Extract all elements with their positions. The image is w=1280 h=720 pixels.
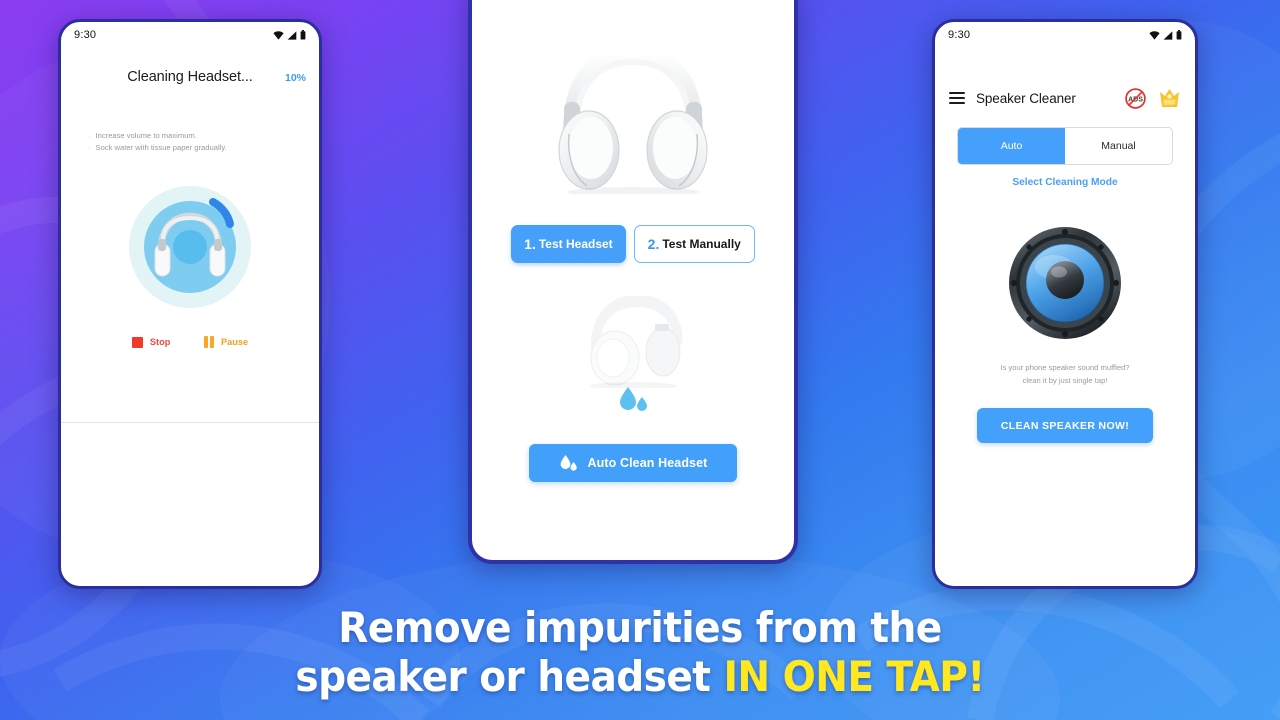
phone-left: 9:30 Cleaning Headset... 10% · Increase …: [58, 19, 322, 589]
signal-icon: [287, 30, 297, 40]
status-time: 9:30: [948, 29, 971, 41]
status-time: 9:30: [74, 29, 97, 41]
tagline-plain: speaker or headset: [295, 652, 724, 702]
clean-speaker-label: CLEAN SPEAKER NOW!: [1000, 419, 1130, 432]
auto-clean-label: Auto Clean Headset: [587, 456, 708, 470]
promo-tagline: Remove impurities from the speaker or he…: [45, 603, 1235, 702]
status-bar-left: 9:30: [61, 22, 319, 48]
white-over-ear-headphones-angled: [472, 293, 794, 388]
stop-button[interactable]: Stop: [131, 336, 171, 348]
test-buttons-row: 1. Test Headset 2. Test Manually: [472, 225, 794, 263]
tip-text: Sock water with tissue paper gradually.: [95, 143, 227, 153]
pause-button[interactable]: Pause: [204, 336, 248, 348]
cleaning-mode-toggle: Auto Manual: [957, 127, 1173, 165]
pause-label: Pause: [221, 337, 249, 347]
list-item: · Increase volume to maximum.: [88, 130, 301, 142]
water-drops-icon: [472, 384, 794, 414]
crown-badge-icon[interactable]: [1158, 87, 1181, 110]
divider: [61, 422, 319, 423]
phone-middle-screen: 1. Test Headset 2. Test Manually Auto Cl…: [472, 0, 794, 560]
description-line: Is your phone speaker sound muffled?: [1000, 363, 1130, 372]
description-line: clean it by just single tap!: [1022, 375, 1108, 385]
test-manually-button[interactable]: 2. Test Manually: [633, 225, 755, 263]
hamburger-menu-icon[interactable]: [949, 91, 965, 105]
segment-manual[interactable]: Manual: [1065, 128, 1172, 164]
bullet-icon: ·: [88, 131, 91, 140]
stop-label: Stop: [149, 337, 171, 347]
test-headset-button[interactable]: 1. Test Headset: [511, 225, 626, 263]
tagline-highlight: IN ONE TAP!: [723, 652, 985, 702]
phone-right: 9:30 Speaker Cleaner ADS Auto Manual Sel…: [932, 19, 1198, 589]
battery-icon: [300, 30, 306, 40]
playback-controls: Stop Pause: [61, 336, 319, 348]
step-number: 2.: [647, 236, 660, 252]
list-item: · Sock water with tissue paper gradually…: [88, 142, 301, 154]
headphones-in-circle-icon: [61, 182, 319, 312]
clean-speaker-now-button[interactable]: CLEAN SPEAKER NOW!: [977, 408, 1153, 443]
status-bar-right: 9:30: [935, 22, 1195, 48]
auto-clean-headset-button[interactable]: Auto Clean Headset: [529, 444, 737, 482]
promo-banner: 9:30 Cleaning Headset... 10% · Increase …: [0, 0, 1280, 720]
phone-right-screen: 9:30 Speaker Cleaner ADS Auto Manual Sel…: [935, 22, 1195, 586]
pause-bars-icon: [204, 336, 215, 348]
phone-middle: 1. Test Headset 2. Test Manually Auto Cl…: [468, 0, 798, 564]
battery-icon: [1176, 30, 1182, 40]
app-title: Speaker Cleaner: [976, 90, 1076, 106]
white-over-ear-headphones-front: [472, 44, 794, 194]
bullet-icon: ·: [88, 143, 91, 153]
step-number: 1.: [524, 236, 536, 252]
status-icon-group: [1149, 30, 1182, 40]
cleaning-title-row: Cleaning Headset...: [61, 58, 319, 96]
segment-auto[interactable]: Auto: [958, 128, 1065, 164]
select-cleaning-mode-label: Select Cleaning Mode: [1012, 177, 1118, 188]
phone-left-screen: 9:30 Cleaning Headset... 10% · Increase …: [61, 22, 319, 586]
test-headset-label: Test Headset: [538, 237, 613, 251]
tagline-line-2: speaker or headset IN ONE TAP!: [45, 652, 1235, 702]
signal-icon: [1163, 30, 1173, 40]
tips-list: · Increase volume to maximum. · Sock wat…: [88, 130, 301, 155]
loudspeaker-driver-icon: [935, 208, 1195, 360]
tip-text: Increase volume to maximum.: [95, 131, 197, 140]
test-manually-label: Test Manually: [662, 237, 741, 251]
wifi-icon: [1149, 30, 1160, 40]
page-title: Cleaning Headset...: [127, 69, 253, 85]
stop-square-icon: [131, 336, 143, 348]
tagline-line-1: Remove impurities from the: [338, 602, 942, 652]
progress-percent: 10%: [284, 72, 306, 84]
app-bar: Speaker Cleaner ADS: [935, 78, 1195, 118]
status-icon-group: [273, 30, 306, 40]
no-ads-icon[interactable]: ADS: [1124, 87, 1147, 110]
wifi-icon: [273, 30, 284, 40]
speaker-description: Is your phone speaker sound muffled? cle…: [957, 362, 1173, 387]
water-drops-icon: [560, 455, 577, 471]
